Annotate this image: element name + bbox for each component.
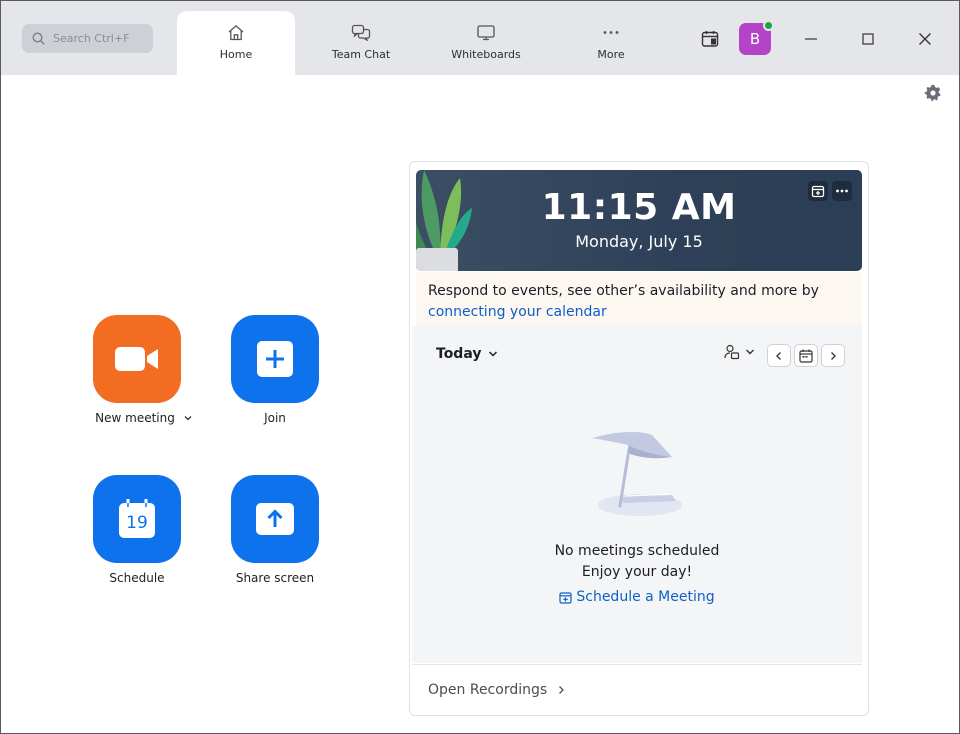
join-label: Join xyxy=(264,411,286,425)
schedule-meeting-link[interactable]: Schedule a Meeting xyxy=(412,589,862,605)
open-recordings-label: Open Recordings xyxy=(428,681,548,698)
minimize-button[interactable] xyxy=(802,30,820,48)
presence-status-dot xyxy=(763,20,774,31)
calendar-add-icon xyxy=(559,591,572,604)
open-recordings-link[interactable]: Open Recordings xyxy=(412,664,862,714)
chevron-right-icon xyxy=(559,685,565,694)
share-screen-button[interactable] xyxy=(231,475,319,563)
banner-more-button[interactable] xyxy=(832,181,852,201)
new-meeting-action[interactable]: New meeting xyxy=(77,315,197,425)
clock-time: 11:15 AM xyxy=(541,187,737,228)
tab-team-chat-label: Team Chat xyxy=(331,48,391,61)
chevron-down-icon[interactable] xyxy=(183,414,193,422)
more-horizontal-icon xyxy=(836,189,848,193)
tab-whiteboards-label: Whiteboards xyxy=(451,48,521,61)
date-picker-button[interactable] xyxy=(794,344,818,367)
person-calendar-icon xyxy=(724,344,740,360)
schedule-action[interactable]: 19 Schedule xyxy=(77,475,197,585)
day-filter-label: Today xyxy=(436,346,482,362)
clock-banner: 11:15 AM Monday, July 15 xyxy=(416,170,862,271)
schedule-label: Schedule xyxy=(109,571,165,585)
tab-whiteboards[interactable]: Whiteboards xyxy=(434,11,538,75)
new-meeting-label-row: New meeting xyxy=(95,411,193,425)
tab-team-chat[interactable]: Team Chat xyxy=(311,11,411,75)
calendar-icon xyxy=(799,349,813,363)
more-dots-icon xyxy=(603,31,619,34)
schedule-button[interactable]: 19 xyxy=(93,475,181,563)
search-placeholder: Search Ctrl+F xyxy=(53,32,130,45)
chevron-down-icon xyxy=(746,349,754,355)
new-meeting-button[interactable] xyxy=(93,315,181,403)
close-button[interactable] xyxy=(916,30,934,48)
meetings-list-area: Today No meetings scheduled Enjoy your d… xyxy=(412,326,862,663)
zoom-window: Search Ctrl+F Home Team Chat Whiteboards… xyxy=(0,0,960,734)
home-icon xyxy=(228,25,244,41)
empty-state-subtitle: Enjoy your day! xyxy=(581,564,693,580)
tab-more-label: More xyxy=(597,48,625,61)
meetings-panel: 11:15 AM Monday, July 15 Respond to even… xyxy=(409,161,869,716)
join-button[interactable] xyxy=(231,315,319,403)
share-arrow-icon xyxy=(256,503,294,535)
clock-date: Monday, July 15 xyxy=(575,232,703,251)
top-bar: Search Ctrl+F Home Team Chat Whiteboards… xyxy=(1,1,959,75)
schedule-meeting-label: Schedule a Meeting xyxy=(576,589,715,605)
calendar-connect-notice: Respond to events, see other’s availabil… xyxy=(416,272,862,326)
calendar-panel-button[interactable] xyxy=(701,30,719,52)
search-icon xyxy=(32,32,45,45)
chevron-down-icon xyxy=(489,351,498,357)
tab-home-label: Home xyxy=(219,48,253,61)
tab-more[interactable]: More xyxy=(571,11,651,75)
empty-state-title: No meetings scheduled xyxy=(554,543,720,559)
search-box[interactable]: Search Ctrl+F xyxy=(22,24,153,53)
gear-icon xyxy=(924,84,941,102)
day-filter-dropdown[interactable]: Today xyxy=(436,346,498,362)
share-screen-action[interactable]: Share screen xyxy=(215,475,335,585)
new-meeting-label: New meeting xyxy=(95,411,175,425)
connect-calendar-link[interactable]: connecting your calendar xyxy=(428,304,607,320)
calendar-add-icon xyxy=(811,185,825,198)
share-screen-label: Share screen xyxy=(235,571,315,585)
close-icon xyxy=(919,33,931,45)
calendar-day-number: 19 xyxy=(126,513,148,533)
previous-day-button[interactable] xyxy=(767,344,791,367)
avatar-initial: B xyxy=(749,30,761,48)
maximize-icon xyxy=(862,33,874,45)
join-action[interactable]: Join xyxy=(215,315,335,425)
tab-home[interactable]: Home xyxy=(177,11,295,75)
beach-umbrella-illustration xyxy=(592,431,682,516)
calendar-icon: 19 xyxy=(118,499,156,539)
settings-button[interactable] xyxy=(924,84,942,106)
add-calendar-button[interactable] xyxy=(808,181,828,201)
chevron-left-icon xyxy=(776,351,781,360)
video-camera-icon xyxy=(115,347,158,371)
next-day-button[interactable] xyxy=(821,344,845,367)
chevron-right-icon xyxy=(831,351,836,360)
minimize-icon xyxy=(805,38,817,40)
whiteboard-icon xyxy=(477,25,495,41)
calendar-sidebar-icon xyxy=(701,31,719,47)
calendar-notice-text: Respond to events, see other’s availabil… xyxy=(428,283,819,299)
maximize-button[interactable] xyxy=(859,30,877,48)
plus-icon xyxy=(257,341,293,377)
chat-icon xyxy=(351,24,371,41)
people-filter-dropdown[interactable] xyxy=(724,344,755,360)
